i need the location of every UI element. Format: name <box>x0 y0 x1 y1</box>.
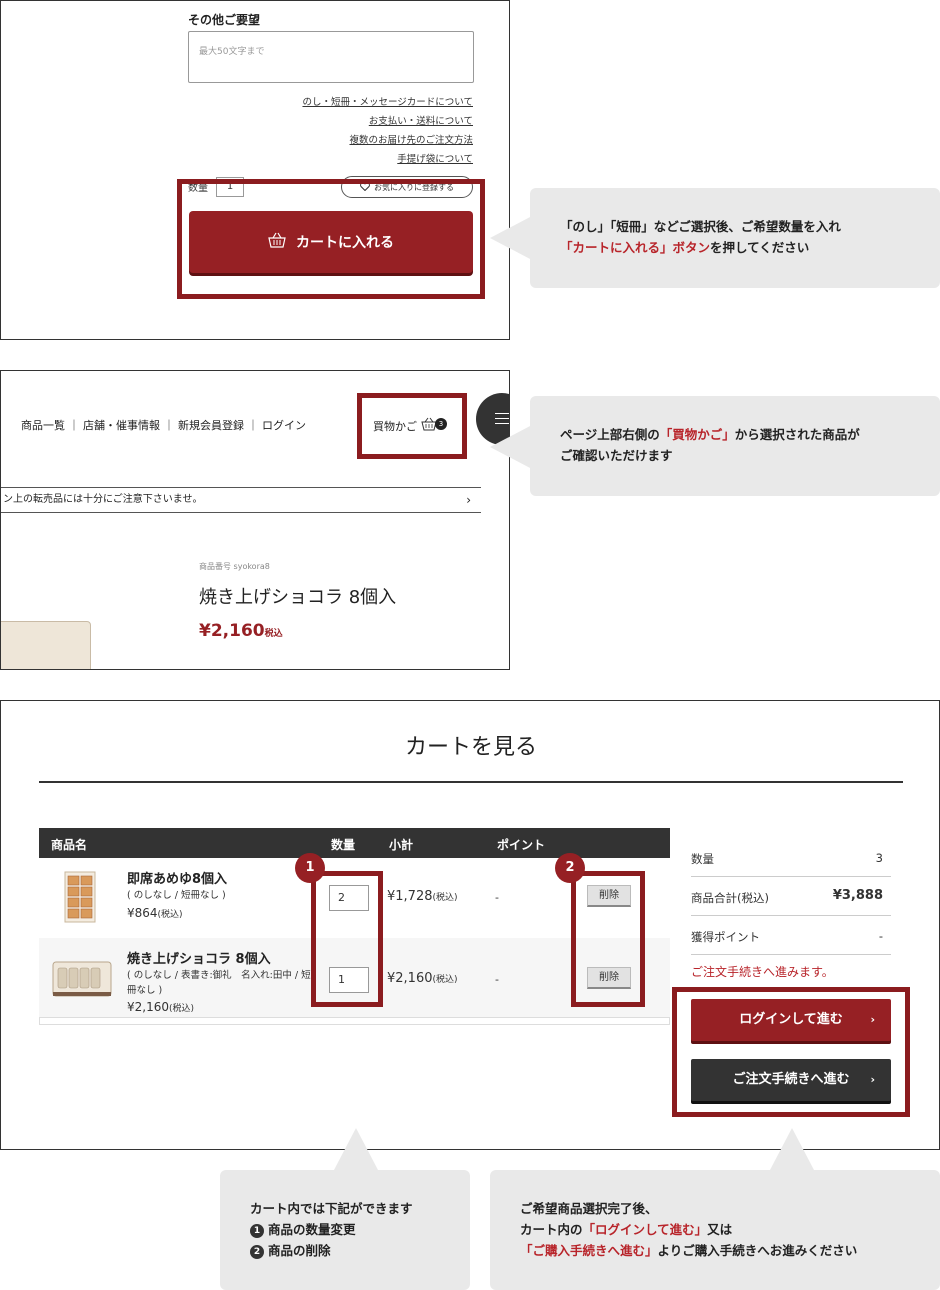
callout-line: 「カートに入れる」ボタンを押してください <box>560 237 910 258</box>
product-image <box>51 948 112 1006</box>
item-point: - <box>495 973 499 986</box>
cart-link-highlight <box>357 393 467 459</box>
header-name: 商品名 <box>51 838 88 852</box>
callout-line: カート内では下記ができます <box>250 1201 413 1216</box>
order-summary: 数量 3 商品合計(税込) ¥3,888 獲得ポイント - <box>691 838 891 955</box>
product-price: ¥2,160税込 <box>199 621 283 641</box>
item-tax-label: (税込) <box>169 1004 195 1014</box>
payment-info-link[interactable]: お支払い・送料について <box>261 112 473 131</box>
callout-text: 又は <box>707 1222 733 1237</box>
callout-checkout: ご希望商品選択完了後、 カート内の「ログインして進む」又は 「ご購入手続きへ進む… <box>490 1170 940 1290</box>
callout-add-to-cart: 「のし」「短冊」などご選択後、ご希望数量を入れ 「カートに入れる」ボタンを押して… <box>530 188 940 288</box>
number-icon: 1 <box>250 1224 264 1238</box>
noshi-info-link[interactable]: のし・短冊・メッセージカードについて <box>261 93 473 112</box>
callout-text: カート内の <box>520 1222 583 1237</box>
price-value: ¥2,160 <box>199 621 265 641</box>
chevron-right-icon: › <box>466 493 471 507</box>
header-qty: 数量 <box>331 838 356 852</box>
callout-line: ページ上部右側の「買物かご」から選択された商品が <box>560 424 910 445</box>
summary-total-label: 商品合計(税込) <box>691 891 769 905</box>
callout-text: 商品の削除 <box>268 1243 331 1258</box>
product-name: 焼き上げショコラ 8個入 <box>199 587 397 608</box>
notice-bar[interactable]: ン上の転売品には十分にご注意下さいませ。 › <box>1 487 481 513</box>
callout-line: 1 商品の数量変更 <box>250 1219 440 1240</box>
subtotal-value: ¥1,728 <box>387 889 433 904</box>
notice-text: ン上の転売品には十分にご注意下さいませ。 <box>3 494 203 505</box>
callout-arrow <box>490 216 532 260</box>
callout-cart-actions: カート内では下記ができます 1 商品の数量変更 2 商品の削除 <box>220 1170 470 1290</box>
qty-column-highlight <box>311 871 383 1007</box>
summary-points-value: - <box>878 929 883 943</box>
summary-total-value: ¥3,888 <box>832 888 883 903</box>
callout-line: 「ご購入手続きへ進む」よりご購入手続きへお進みください <box>520 1240 910 1261</box>
callout-emphasis: 「ご購入手続きへ進む」 <box>520 1243 658 1258</box>
callout-text: を押してください <box>710 240 810 255</box>
item-price: ¥864(税込) <box>127 906 183 920</box>
cart-page-panel: カートを見る 商品名 数量 小計 ポイント 即席あめゆ8個入 ( のしなし / … <box>0 700 940 1150</box>
item-subtotal: ¥1,728(税込) <box>387 889 458 904</box>
callout-cart-link: ページ上部右側の「買物かご」から選択された商品が ご確認いただけます <box>530 396 940 496</box>
item-name[interactable]: 即席あめゆ8個入 <box>127 868 227 887</box>
price-tax-label: 税込 <box>264 629 283 639</box>
menu-line <box>495 413 509 414</box>
item-tax-label: (税込) <box>157 910 183 920</box>
menu-line <box>495 423 509 424</box>
callout-line: ご希望商品選択完了後、 <box>520 1201 658 1216</box>
page-title: カートを見る <box>404 735 537 760</box>
callout-line: ご確認いただけます <box>560 448 673 463</box>
marker-2: 2 <box>555 853 585 883</box>
callout-arrow <box>490 425 532 469</box>
global-nav[interactable]: 商品一覧 ｜ 店舗・催事情報 ｜ 新規会員登録 ｜ ログイン <box>21 417 306 433</box>
summary-qty-row: 数量 3 <box>691 838 891 877</box>
delete-column-highlight <box>571 871 645 1007</box>
callout-emphasis: 「ログインして進む」 <box>582 1222 708 1237</box>
subtotal-tax-label: (税込) <box>432 975 458 985</box>
callout-text: から選択された商品が <box>734 427 860 442</box>
subtotal-tax-label: (税込) <box>432 893 458 903</box>
product-thumbnail <box>1 621 91 669</box>
item-price-value: ¥2,160 <box>127 1000 169 1014</box>
item-name[interactable]: 焼き上げショコラ 8個入 <box>127 948 271 967</box>
request-textarea[interactable]: 最大50文字まで <box>188 31 474 83</box>
callout-text: ページ上部右側の <box>560 427 660 442</box>
subtotal-value: ¥2,160 <box>387 971 433 986</box>
item-point: - <box>495 891 499 904</box>
number-icon: 2 <box>250 1245 264 1259</box>
item-subtotal: ¥2,160(税込) <box>387 971 458 986</box>
summary-total-row: 商品合計(税込) ¥3,888 <box>691 877 891 916</box>
info-links: のし・短冊・メッセージカードについて お支払い・送料について 複数のお届け先のご… <box>261 93 473 169</box>
title-divider <box>39 781 903 783</box>
product-code: 商品番号 syokora8 <box>199 562 270 571</box>
callout-line: カート内の「ログインして進む」又は <box>520 1219 910 1240</box>
callout-text: よりご購入手続きへお進みください <box>657 1243 858 1258</box>
summary-points-label: 獲得ポイント <box>691 930 760 944</box>
multi-address-link[interactable]: 複数のお届け先のご注文方法 <box>261 131 473 150</box>
summary-points-row: 獲得ポイント - <box>691 916 891 955</box>
cart-button-highlight <box>177 179 485 299</box>
callout-emphasis: 「買物かご」 <box>659 427 735 442</box>
marker-1: 1 <box>295 853 325 883</box>
item-price: ¥2,160(税込) <box>127 1000 194 1014</box>
callout-arrow <box>770 1128 814 1170</box>
callout-line: 2 商品の削除 <box>250 1240 440 1261</box>
product-form-panel: その他ご要望 最大50文字まで のし・短冊・メッセージカードについて お支払い・… <box>0 0 510 340</box>
summary-qty-value: 3 <box>875 851 883 865</box>
header-subtotal: 小計 <box>389 838 414 852</box>
callout-line: 「のし」「短冊」などご選択後、ご希望数量を入れ <box>560 219 841 234</box>
item-options: ( のしなし / 短冊なし ) <box>127 890 226 901</box>
item-price-value: ¥864 <box>127 906 158 920</box>
product-image <box>51 868 109 926</box>
request-title: その他ご要望 <box>188 13 261 27</box>
checkout-buttons-highlight <box>672 987 910 1117</box>
header-point: ポイント <box>497 838 546 852</box>
header-panel: 商品一覧 ｜ 店舗・催事情報 ｜ 新規会員登録 ｜ ログイン 買物かご 3 ン上… <box>0 370 510 670</box>
summary-qty-label: 数量 <box>691 852 714 866</box>
proceed-notice: ご注文手続きへ進みます。 <box>691 965 834 979</box>
menu-line <box>495 418 509 419</box>
callout-arrow <box>334 1128 378 1170</box>
callout-emphasis: 「カートに入れる」ボタン <box>560 240 711 255</box>
callout-text: 商品の数量変更 <box>268 1222 356 1237</box>
item-options: ( のしなし / 表書き:御礼 名入れ:田中 / 短冊なし ) <box>127 970 311 996</box>
bag-info-link[interactable]: 手提げ袋について <box>261 150 473 169</box>
